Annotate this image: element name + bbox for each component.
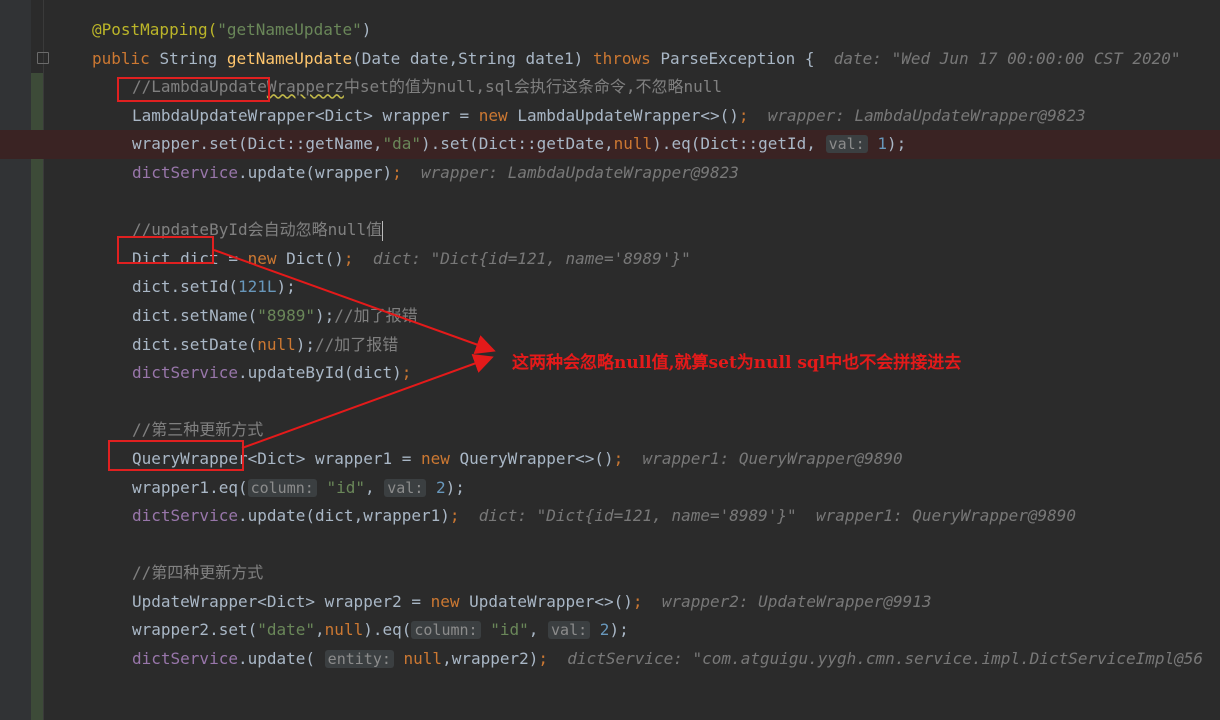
arrow-top [213, 249, 496, 354]
arrow-bottom [241, 354, 494, 449]
highlight-box-lambda [117, 77, 270, 102]
highlight-box-dict [117, 236, 214, 264]
highlight-box-querywrapper [108, 440, 244, 471]
annotation-note: 这两种会忽略null值,就算set为null sql中也不会拼接进去 [512, 353, 962, 373]
